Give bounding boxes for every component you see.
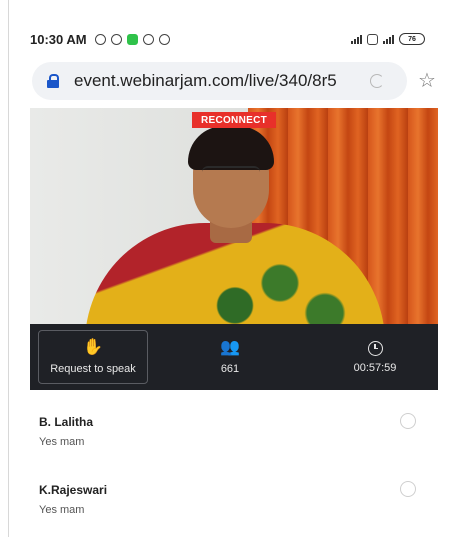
raise-hand-icon: ✋ (83, 339, 103, 356)
elapsed-value: 00:57:59 (353, 361, 397, 374)
url-text[interactable]: event.webinarjam.com/live/340/8r5 (74, 71, 364, 91)
elapsed-timer: 00:57:59 (330, 324, 420, 390)
clock-icon (367, 340, 383, 356)
signal-icon (351, 34, 362, 44)
control-bar: ✋ Request to speak 👥 661 00:57:59 (30, 324, 438, 390)
battery-icon: 76 (399, 33, 425, 45)
request-to-speak-button[interactable]: ✋ Request to speak (38, 330, 148, 384)
bookmark-star-icon[interactable]: ☆ (418, 68, 436, 93)
page-edge (8, 0, 9, 537)
sim-icon (367, 33, 378, 45)
chat-list: B. Lalitha Yes mam K.Rajeswari Yes mam (30, 400, 430, 536)
alarm-icon (110, 33, 122, 45)
settings-icon (94, 33, 106, 45)
app-icon (126, 33, 138, 45)
select-radio[interactable] (400, 413, 416, 429)
reload-icon[interactable] (370, 74, 384, 88)
presenter-glasses (202, 166, 260, 182)
list-item[interactable]: K.Rajeswari Yes mam (30, 468, 430, 536)
list-item[interactable]: B. Lalitha Yes mam (30, 400, 430, 468)
status-bar: 10:30 AM 76 (30, 24, 425, 54)
chat-author: B. Lalitha (39, 415, 94, 429)
chat-message: Yes mam (39, 504, 85, 516)
select-radio[interactable] (400, 481, 416, 497)
request-to-speak-label: Request to speak (50, 363, 136, 375)
reconnect-badge[interactable]: RECONNECT (192, 112, 276, 128)
notification-icons (94, 33, 170, 45)
lock-icon[interactable] (46, 74, 60, 88)
attendees-value: 661 (220, 363, 240, 375)
app-icon (142, 33, 154, 45)
video-player[interactable] (30, 108, 438, 324)
clock-time: 10:30 AM (30, 31, 87, 47)
people-icon: 👥 (220, 339, 240, 356)
chat-message: Yes mam (39, 436, 85, 448)
system-icons: 76 (351, 33, 425, 45)
whatsapp-icon (158, 33, 170, 45)
chat-author: K.Rajeswari (39, 483, 108, 497)
attendees-count[interactable]: 👥 661 (185, 324, 275, 390)
signal-icon (383, 34, 394, 44)
address-bar[interactable]: event.webinarjam.com/live/340/8r5 (32, 62, 407, 100)
